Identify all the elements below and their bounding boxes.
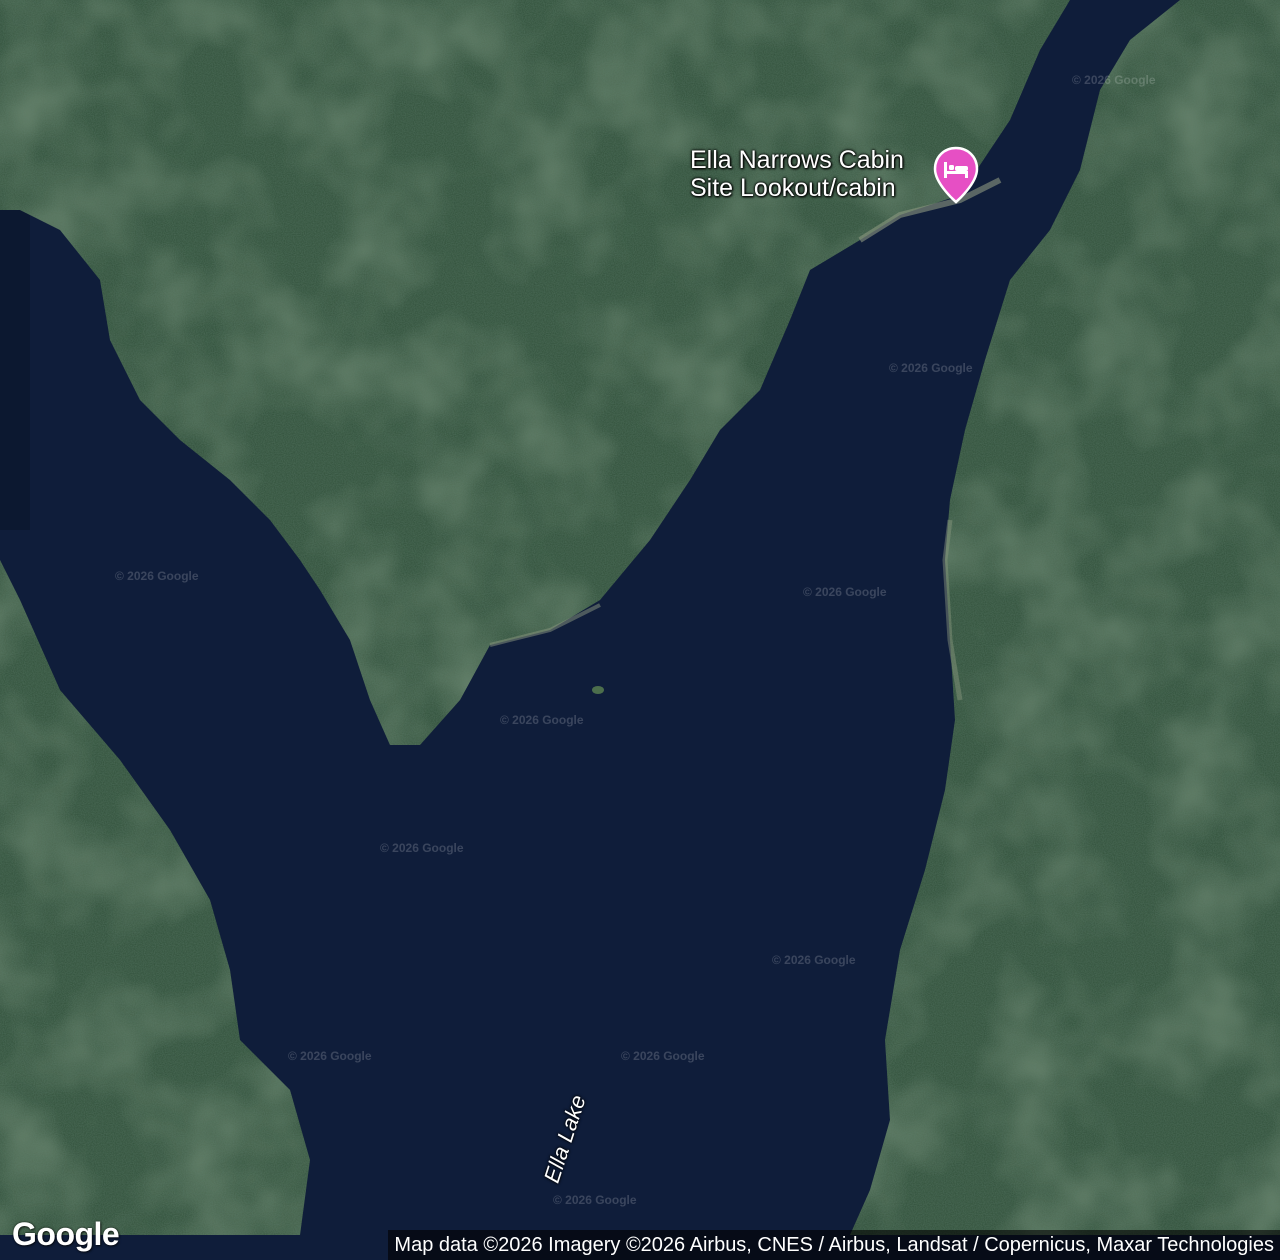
watermark: © 2026 Google: [288, 1049, 372, 1063]
poi-ella-narrows-cabin[interactable]: Ella Narrows Cabin Site Lookout/cabin: [690, 146, 979, 204]
small-island: [592, 686, 604, 694]
watermark: © 2026 Google: [553, 1193, 637, 1207]
watermark: © 2026 Google: [115, 569, 199, 583]
watermark: © 2026 Google: [803, 585, 887, 599]
map-attribution[interactable]: Map data ©2026 Imagery ©2026 Airbus, CNE…: [388, 1230, 1280, 1260]
poi-label-line-2: Site Lookout/cabin: [690, 174, 896, 202]
satellite-map[interactable]: [0, 0, 1280, 1260]
google-logo[interactable]: Google: [12, 1216, 120, 1253]
watermark: © 2026 Google: [621, 1049, 705, 1063]
watermark: © 2026 Google: [889, 361, 973, 375]
water-tile-dark: [0, 210, 30, 530]
watermark: © 2026 Google: [1072, 73, 1156, 87]
watermark: © 2026 Google: [500, 713, 584, 727]
poi-label[interactable]: Ella Narrows Cabin Site Lookout/cabin: [690, 146, 904, 202]
poi-label-line-1: Ella Narrows Cabin: [690, 146, 904, 174]
watermark: © 2026 Google: [380, 841, 464, 855]
bed-icon[interactable]: [932, 146, 980, 204]
watermark: © 2026 Google: [772, 953, 856, 967]
